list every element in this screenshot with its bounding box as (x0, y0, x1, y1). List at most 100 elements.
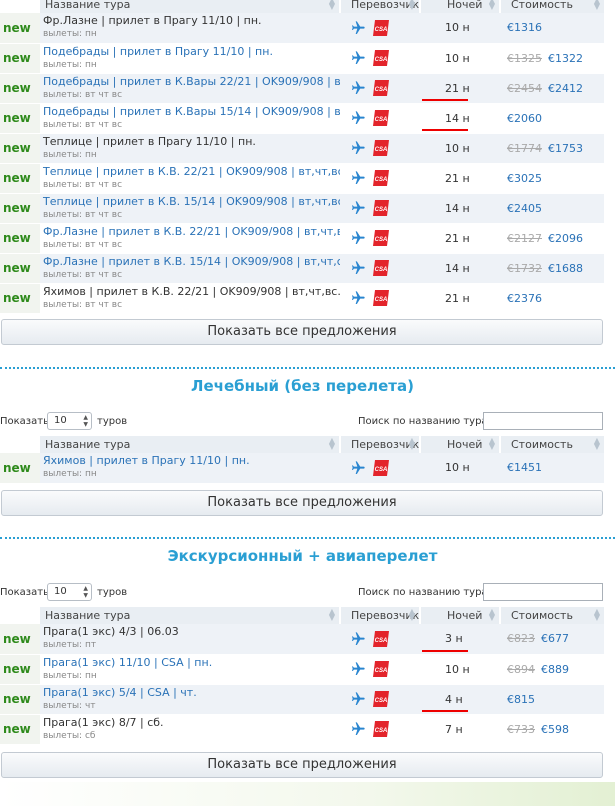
departure-days: вылеты: пн (43, 29, 97, 40)
departure-days: вылеты: вт чт вс (43, 89, 123, 100)
table-row: new Подебрады | прилет в К.Вары 22/21 | O… (0, 73, 604, 104)
airplane-icon (348, 170, 368, 186)
search-input[interactable] (483, 583, 603, 601)
tour-name-cell: Прага(1 экс) 8/7 | сб. вылеты: сб (40, 714, 340, 745)
svg-text:CSA: CSA (375, 57, 388, 63)
page-footer-gradient (0, 782, 615, 806)
column-header-nights[interactable]: Ночей ▲ ▼ (419, 0, 500, 13)
show-all-button-section1[interactable]: Показать все предложения (1, 319, 603, 345)
tour-name-cell: Теплице | прилет в Прагу 11/10 | пн. выле… (40, 133, 340, 164)
airplane-icon (348, 691, 368, 707)
current-price[interactable]: €598 (541, 723, 569, 736)
carrier-cell: CSA (340, 13, 420, 44)
carrier-cell: CSA (340, 133, 420, 164)
search-input[interactable] (483, 412, 603, 430)
nights-value: 14 н (445, 201, 470, 215)
table-row: new Яхимов | прилет в Прагу 11/10 | пн. вы… (0, 453, 604, 484)
tour-name-cell: Прага(1 экс) 11/10 | CSA | пн. вылеты: пн (40, 654, 340, 685)
svg-text:CSA: CSA (375, 668, 388, 674)
tour-name-link[interactable]: Прага(1 экс) 11/10 | CSA | пн. (43, 656, 340, 669)
carrier-cell: CSA (340, 654, 420, 685)
table-row: new Яхимов | прилет в К.В. 22/21 | OK909/… (0, 283, 604, 314)
carrier-cell: CSA (340, 73, 420, 104)
header-blank (0, 436, 40, 453)
header-blank (0, 607, 40, 624)
sort-arrows-icon: ▲ ▼ (593, 607, 600, 622)
highlight-underline (422, 649, 468, 652)
airplane-icon (348, 260, 368, 276)
tour-name-link[interactable]: Подебрады | прилет в К.Вары 22/21 | OK90… (43, 75, 340, 88)
tour-name-link[interactable]: Подебрады | прилет в К.Вары 15/14 | OK90… (43, 105, 340, 118)
highlight-underline (422, 128, 468, 131)
current-price[interactable]: €889 (541, 663, 569, 676)
sort-arrows-icon: ▲ ▼ (408, 607, 415, 622)
new-badge: new (0, 714, 40, 745)
new-badge: new (0, 283, 40, 314)
tour-name-link[interactable]: Подебрады | прилет в Прагу 11/10 | пн. (43, 45, 340, 58)
sort-arrows-icon: ▲ ▼ (488, 607, 495, 622)
current-price[interactable]: €1753 (548, 142, 583, 155)
per-page-value: 10 (54, 586, 67, 597)
tour-name-link[interactable]: Яхимов | прилет в К.В. 22/21 | OK909/908… (43, 285, 340, 298)
current-price[interactable]: €677 (541, 632, 569, 645)
tour-name-link[interactable]: Прага(1 экс) 8/7 | сб. (43, 716, 340, 729)
tour-name-link[interactable]: Теплице | прилет в К.В. 15/14 | OK909/90… (43, 195, 340, 208)
tour-name-link[interactable]: Теплице | прилет в К.В. 22/21 | OK909/90… (43, 165, 340, 178)
airplane-icon (348, 20, 368, 36)
current-price[interactable]: €3025 (507, 172, 542, 185)
column-header-price[interactable]: Стоимость ▲ ▼ (499, 607, 604, 624)
show-all-button-section2[interactable]: Показать все предложения (1, 490, 603, 516)
column-header-name[interactable]: Название тура ▲ ▼ (40, 436, 340, 453)
current-price[interactable]: €2412 (548, 82, 583, 95)
table-row: new Подебрады | прилет в Прагу 11/10 | пн… (0, 43, 604, 74)
tour-name-link[interactable]: Прага(1 экс) 4/3 | 06.03 (43, 625, 340, 638)
csa-logo-icon: CSA (371, 48, 391, 68)
nights-cell: 14 н (420, 193, 500, 224)
per-page-select[interactable]: 10 ▲ ▼ (47, 583, 92, 601)
table-row: new Прага(1 экс) 5/4 | CSA | чт. вылеты: ч… (0, 684, 604, 715)
tour-name-link[interactable]: Яхимов | прилет в Прагу 11/10 | пн. (43, 454, 340, 467)
column-header-nights[interactable]: Ночей ▲ ▼ (419, 436, 500, 453)
carrier-cell: CSA (340, 624, 420, 655)
current-price[interactable]: €2376 (507, 292, 542, 305)
current-price[interactable]: €2060 (507, 112, 542, 125)
current-price[interactable]: €1316 (507, 21, 542, 34)
tour-name-link[interactable]: Прага(1 экс) 5/4 | CSA | чт. (43, 686, 340, 699)
airplane-icon (348, 140, 368, 156)
column-header-carrier[interactable]: Перевозчик ▲ ▼ (339, 436, 420, 453)
current-price[interactable]: €1451 (507, 461, 542, 474)
tour-name-link[interactable]: Фр.Лазне | прилет в К.В. 22/21 | OK909/9… (43, 225, 340, 238)
nights-value: 10 н (445, 461, 470, 475)
csa-logo-icon: CSA (371, 659, 391, 679)
airplane-icon (348, 661, 368, 677)
column-header-name[interactable]: Название тура ▲ ▼ (40, 0, 340, 13)
show-all-button-section3[interactable]: Показать все предложения (1, 752, 603, 778)
tour-name-link[interactable]: Теплице | прилет в Прагу 11/10 | пн. (43, 135, 340, 148)
column-header-carrier[interactable]: Перевозчик ▲ ▼ (339, 607, 420, 624)
current-price[interactable]: €1322 (548, 52, 583, 65)
nights-cell: 14 н (420, 253, 500, 284)
current-price[interactable]: €2405 (507, 202, 542, 215)
old-price: €823 (507, 632, 535, 646)
column-header-price[interactable]: Стоимость ▲ ▼ (499, 436, 604, 453)
nights-cell: 14 н (420, 103, 500, 134)
tour-name-link[interactable]: Фр.Лазне | прилет в К.В. 15/14 | OK909/9… (43, 255, 340, 268)
old-price: €1732 (507, 261, 542, 275)
price-cell: €1325 €1322 (500, 43, 604, 74)
per-page-select[interactable]: 10 ▲ ▼ (47, 412, 92, 430)
price-cell: €894 €889 (500, 654, 604, 685)
current-price[interactable]: €2096 (548, 232, 583, 245)
sort-arrows-icon: ▲ ▼ (488, 436, 495, 451)
column-header-carrier[interactable]: Перевозчик ▲ ▼ (339, 0, 420, 13)
departure-days: вылеты: вт чт вс (43, 269, 123, 280)
section3-block: Название тура ▲ ▼ Перевозчик ▲ ▼ Ночей ▲ ▼ Сто… (0, 607, 604, 745)
nights-cell: 10 н (420, 13, 500, 44)
tour-name-link[interactable]: Фр.Лазне | прилет в Прагу 11/10 | пн. (43, 14, 340, 27)
table-row: new Прага(1 экс) 4/3 | 06.03 вылеты: пт CSA… (0, 624, 604, 655)
current-price[interactable]: €815 (507, 693, 535, 706)
column-header-nights[interactable]: Ночей ▲ ▼ (419, 607, 500, 624)
current-price[interactable]: €1688 (548, 262, 583, 275)
column-header-name[interactable]: Название тура ▲ ▼ (40, 607, 340, 624)
column-header-price[interactable]: Стоимость ▲ ▼ (499, 0, 604, 13)
nights-cell: 21 н (420, 223, 500, 254)
